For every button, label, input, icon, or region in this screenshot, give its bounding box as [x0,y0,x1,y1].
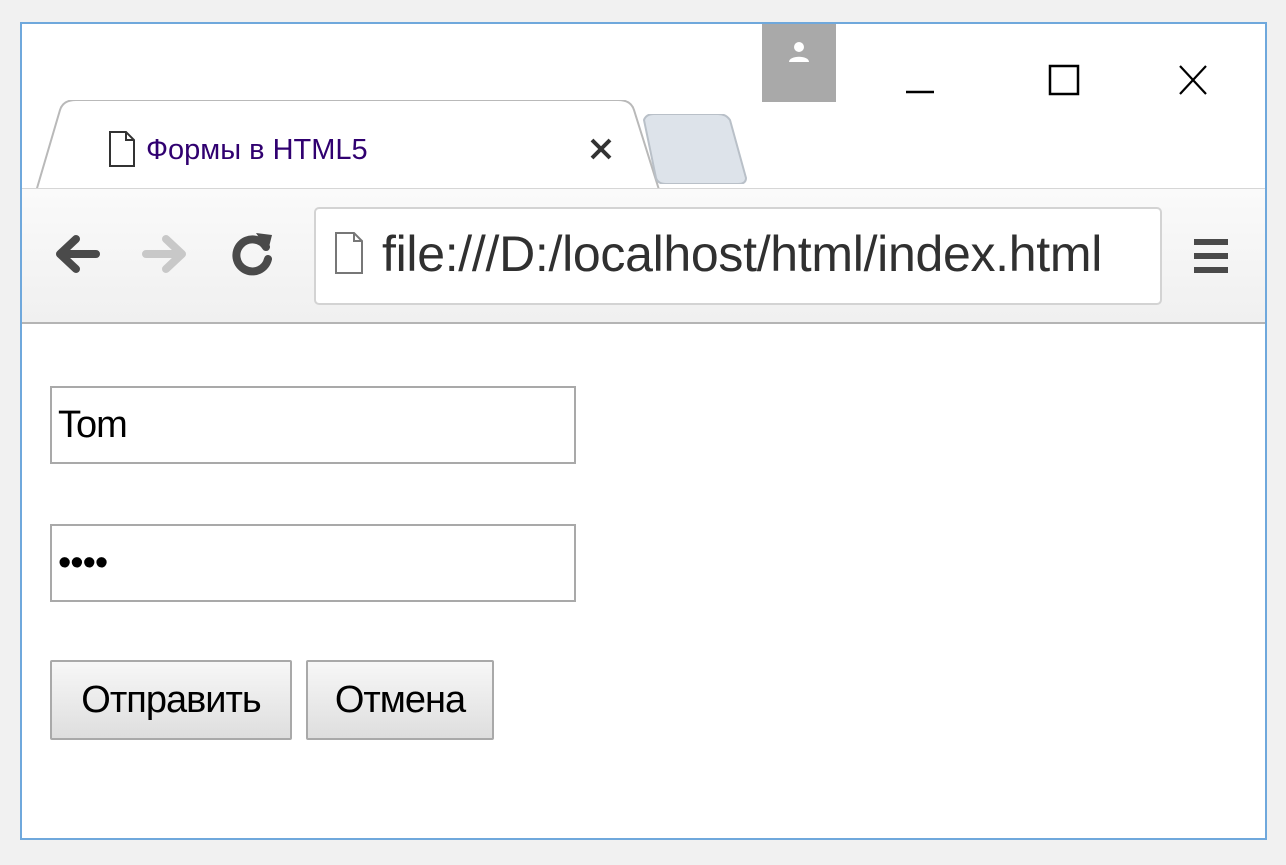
new-tab-shape [642,113,748,185]
login-input[interactable] [50,386,576,464]
menu-button[interactable] [1188,233,1234,279]
arrow-left-icon [56,235,100,273]
address-bar[interactable]: file:///D:/localhost/html/index.html [314,207,1162,305]
url-text: file:///D:/localhost/html/index.html [382,226,1103,282]
tab-title: Формы в HTML5 [146,134,368,166]
window-close-button[interactable] [1170,58,1214,102]
close-icon [1179,65,1207,95]
page-icon [109,131,135,167]
title-bar: Формы в HTML5 [22,24,1265,212]
minimize-button[interactable] [898,58,942,102]
page-icon [335,232,363,274]
person-icon [789,42,809,62]
profile-button[interactable] [762,24,836,102]
hamburger-menu-icon [1194,239,1228,273]
forward-button[interactable] [140,229,190,279]
close-icon [590,138,612,160]
new-tab-button[interactable] [640,113,750,185]
password-input[interactable] [50,524,576,602]
minimize-icon [906,90,934,94]
submit-button[interactable]: Отправить [50,660,292,740]
browser-toolbar: file:///D:/localhost/html/index.html [22,188,1265,324]
back-button[interactable] [52,229,102,279]
cancel-button[interactable]: Отмена [306,660,494,740]
tab-close-button[interactable] [586,134,618,166]
reload-icon [232,233,272,276]
page-content: Отправить Отмена [22,324,1265,838]
reload-button[interactable] [228,229,278,279]
maximize-icon [1048,64,1080,96]
maximize-button[interactable] [1042,58,1086,102]
arrow-right-icon [142,235,186,273]
browser-window: Формы в HTML5 file:///D:/localhost/html/… [20,22,1267,840]
